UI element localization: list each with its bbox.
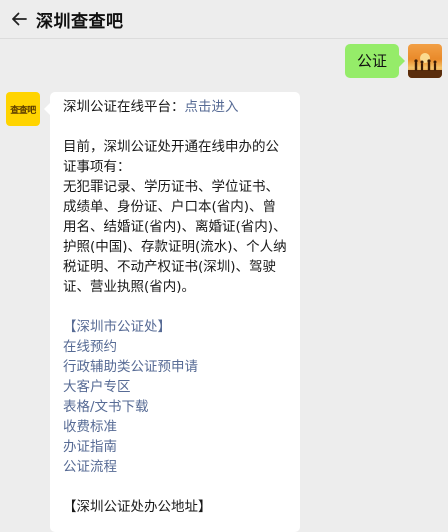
chat-title: 深圳查查吧	[36, 11, 124, 32]
link-fees[interactable]: 收费标准	[63, 417, 288, 437]
incoming-bubble: 深圳公证在线平台：点击进入 目前，深圳公证处开通在线申办的公证事项有： 无犯罪记…	[44, 92, 300, 532]
link-guide[interactable]: 办证指南	[63, 437, 288, 457]
link-process[interactable]: 公证流程	[63, 457, 288, 477]
sunset-silhouette-icon	[408, 53, 442, 78]
platform-link[interactable]: 点击进入	[185, 99, 239, 115]
link-forms-download[interactable]: 表格/文书下载	[63, 397, 288, 417]
section-header-address: 【深圳公证处办公地址】	[63, 499, 212, 515]
link-vip-zone[interactable]: 大客户专区	[63, 377, 288, 397]
outgoing-message: 公证	[344, 44, 442, 78]
platform-label: 深圳公证在线平台：	[63, 99, 185, 115]
link-pre-application[interactable]: 行政辅助类公证预申请	[63, 357, 288, 377]
incoming-message: 查查吧 深圳公证在线平台：点击进入 目前，深圳公证处开通在线申办的公证事项有： …	[6, 92, 300, 532]
intro-text: 目前，深圳公证处开通在线申办的公证事项有：	[63, 139, 279, 175]
top-bar: 深圳查查吧	[0, 0, 448, 39]
user-avatar[interactable]	[408, 44, 442, 78]
section-header-notary[interactable]: 【深圳市公证处】	[63, 317, 288, 337]
outgoing-bubble[interactable]: 公证	[344, 44, 406, 78]
back-button[interactable]	[0, 0, 38, 38]
items-text: 无犯罪记录、学历证书、学位证书、成绩单、身份证、户口本(省内)、曾用名、结婚证(…	[63, 179, 287, 295]
bot-avatar[interactable]: 查查吧	[6, 92, 40, 126]
bot-avatar-logo: 查查吧	[10, 105, 36, 116]
link-online-booking[interactable]: 在线预约	[63, 337, 288, 357]
platform-line: 深圳公证在线平台：点击进入	[63, 97, 288, 117]
back-arrow-icon	[12, 12, 27, 26]
